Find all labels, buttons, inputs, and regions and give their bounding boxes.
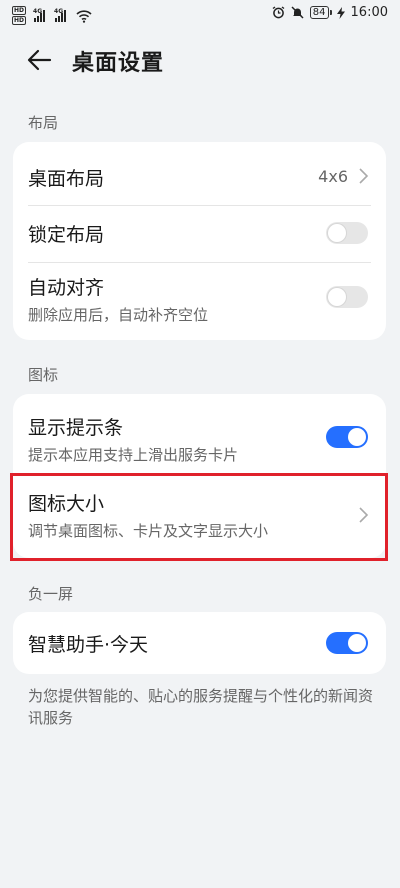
icon-size-title: 图标大小 bbox=[28, 493, 105, 515]
chevron-right-icon bbox=[359, 168, 369, 184]
page-title: 桌面设置 bbox=[72, 51, 165, 76]
alarm-icon bbox=[272, 6, 285, 19]
lock-layout-toggle[interactable] bbox=[326, 222, 368, 244]
desktop-layout-title: 桌面布局 bbox=[28, 168, 105, 190]
show-hint-bar-title: 显示提示条 bbox=[28, 417, 124, 439]
network-type-sim2: 4G bbox=[54, 7, 64, 15]
desktop-layout-row[interactable]: 桌面布局 4x6 bbox=[13, 142, 386, 206]
icons-card: 显示提示条 提示本应用支持上滑出服务卡片 图标大小 调节桌面图标、卡片及文字显示… bbox=[13, 394, 386, 558]
smart-assistant-title: 智慧助手·今天 bbox=[28, 634, 149, 656]
toggle-knob bbox=[328, 288, 346, 306]
auto-align-row[interactable]: 自动对齐 删除应用后，自动补齐空位 bbox=[13, 263, 386, 340]
hd-badges: HD HD bbox=[12, 6, 27, 25]
signal-icon-sim1: 4G bbox=[33, 7, 46, 22]
status-right: 84 16:00 bbox=[272, 5, 388, 20]
section-label-layout: 布局 bbox=[28, 114, 59, 132]
toggle-knob bbox=[348, 428, 366, 446]
lock-layout-title: 锁定布局 bbox=[28, 224, 105, 246]
lock-layout-row[interactable]: 锁定布局 bbox=[13, 206, 386, 262]
back-arrow-icon[interactable] bbox=[26, 46, 54, 74]
clock: 16:00 bbox=[350, 5, 388, 20]
desktop-layout-value: 4x6 bbox=[318, 167, 348, 186]
header: 桌面设置 bbox=[0, 38, 400, 82]
status-bar: HD HD 4G 4G 84 16:00 bbox=[0, 0, 400, 28]
battery-indicator: 84 bbox=[309, 6, 332, 19]
auto-align-title: 自动对齐 bbox=[28, 277, 105, 299]
hd-badge-sim1: HD bbox=[12, 6, 27, 15]
status-left: HD HD 4G 4G bbox=[12, 6, 92, 25]
smart-assistant-row[interactable]: 智慧助手·今天 bbox=[13, 612, 386, 674]
auto-align-toggle[interactable] bbox=[326, 286, 368, 308]
toggle-knob bbox=[328, 224, 346, 242]
layout-card: 桌面布局 4x6 锁定布局 自动对齐 删除应用后，自动补齐空位 bbox=[13, 142, 386, 340]
wifi-icon bbox=[76, 9, 92, 23]
auto-align-subtitle: 删除应用后，自动补齐空位 bbox=[28, 306, 209, 324]
network-type-sim1: 4G bbox=[33, 7, 43, 15]
section-label-minus-one-screen: 负一屏 bbox=[28, 585, 74, 603]
section-label-icons: 图标 bbox=[28, 366, 59, 384]
signal-icon-sim2: 4G bbox=[54, 7, 67, 22]
mute-icon bbox=[291, 6, 304, 19]
icon-size-subtitle: 调节桌面图标、卡片及文字显示大小 bbox=[28, 522, 269, 540]
hd-badge-sim2: HD bbox=[12, 16, 27, 25]
show-hint-bar-toggle[interactable] bbox=[326, 426, 368, 448]
minus-one-screen-card: 智慧助手·今天 bbox=[13, 612, 386, 674]
show-hint-bar-row[interactable]: 显示提示条 提示本应用支持上滑出服务卡片 bbox=[13, 394, 386, 475]
smart-assistant-toggle[interactable] bbox=[326, 632, 368, 654]
smart-assistant-description: 为您提供智能的、贴心的服务提醒与个性化的新闻资讯服务 bbox=[28, 687, 374, 727]
show-hint-bar-subtitle: 提示本应用支持上滑出服务卡片 bbox=[28, 446, 239, 464]
toggle-knob bbox=[348, 634, 366, 652]
chevron-right-icon bbox=[359, 507, 369, 523]
icon-size-row[interactable]: 图标大小 调节桌面图标、卡片及文字显示大小 bbox=[13, 476, 386, 558]
charging-icon bbox=[336, 6, 345, 19]
